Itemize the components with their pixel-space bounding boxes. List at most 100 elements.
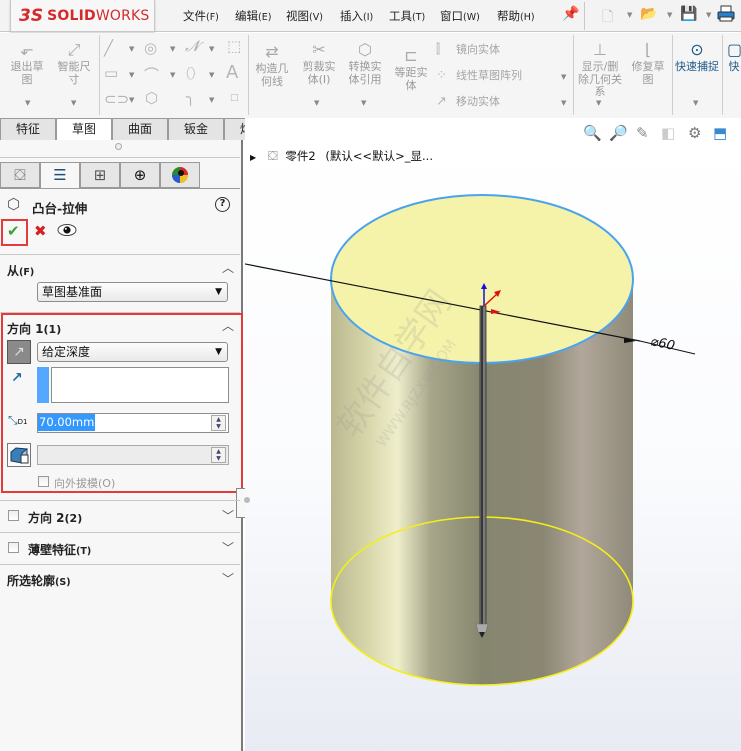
linear-pattern-button[interactable]: ⁘ 线性草图阵列 <box>436 67 522 83</box>
eye-icon <box>57 224 77 236</box>
solidworks-logo[interactable]: 3S SOLIDWORKS <box>10 0 155 32</box>
command-manager: ⬐ 退出草图 ▼ ⤢ 智能尺寸 ▼ ╱ ▼ ◎ ▼ 𝓝 ▼ ⬚ ▭ ▼ ⌒ ▼ … <box>0 33 741 119</box>
direction-vector-icon: ↗ <box>11 370 23 386</box>
smart-dimension-button[interactable]: ⤢ 智能尺寸 <box>53 39 95 86</box>
tab-features[interactable]: 特征 <box>0 118 56 140</box>
menu-file[interactable]: 文件(F) <box>183 8 219 24</box>
convert-entities-button[interactable]: ⬡ 转换实体引用 <box>344 39 386 86</box>
chevron-down-icon[interactable]: ▼ <box>706 11 711 19</box>
dimxpert-manager-tab[interactable]: ⊕ <box>120 162 160 188</box>
extrude-drag-handle[interactable] <box>479 305 487 627</box>
feature-title: 凸台-拉伸 <box>32 201 88 216</box>
highlight-box <box>1 313 243 493</box>
exit-sketch-button[interactable]: ⬐ 退出草图 <box>6 39 48 86</box>
move-icon: ↗ <box>436 94 447 109</box>
menu-edit[interactable]: 编辑(E) <box>235 8 271 24</box>
offset-icon: ⊏ <box>404 46 418 65</box>
chevron-up-icon[interactable]: ︿ <box>222 317 234 334</box>
chevron-down-icon[interactable]: ▼ <box>667 11 672 19</box>
menu-window[interactable]: 窗口(W) <box>440 8 480 24</box>
direction-reference-box[interactable] <box>51 367 229 403</box>
rectangle-icon[interactable]: ▭ <box>104 64 118 82</box>
direction1-section-header[interactable]: 方向 1(1) <box>7 320 61 337</box>
ok-button[interactable]: ✔ <box>7 222 20 240</box>
divider <box>584 2 585 30</box>
menu-help[interactable]: 帮助(H) <box>497 8 535 24</box>
depth-dimension-icon: ⤡D1 <box>8 413 28 427</box>
thin-feature-section-header[interactable]: 薄壁特征(T) <box>28 541 91 558</box>
pin-icon[interactable]: 📌 <box>562 6 579 22</box>
sketch-picture-icon[interactable]: ⬚ <box>227 37 241 55</box>
trim-entities-button[interactable]: ✂ 剪裁实体(I) <box>298 39 340 86</box>
mirror-icon: ⫿ <box>436 42 441 57</box>
slot-icon[interactable]: ⊂⊃ <box>104 90 129 108</box>
model-view[interactable]: 软件自学网 WWW.RJZXW.COM ⌀60 <box>245 140 741 751</box>
polygon-icon[interactable]: ⬡ <box>145 89 158 107</box>
offset-entities-button[interactable]: ⊏ 等距实体 <box>390 45 432 92</box>
depth-spinner[interactable]: ▲ ▼ <box>211 415 226 431</box>
cancel-button[interactable]: ✖ <box>34 222 47 240</box>
line-icon[interactable]: ╱ <box>104 39 113 57</box>
spline-icon[interactable]: 𝓝 <box>185 37 199 55</box>
ellipse-icon[interactable]: ⬯ <box>186 64 195 82</box>
chevron-down-icon[interactable]: ▼ <box>627 11 632 19</box>
reverse-direction-button[interactable]: ↗ <box>7 340 31 364</box>
display-relations-button[interactable]: ⊥ 显示/删除几何关系 <box>577 39 623 99</box>
depth-input[interactable]: 70.00mm ▲ ▼ <box>37 413 229 433</box>
arc-icon[interactable]: ⌒ <box>144 64 159 85</box>
draft-spinner[interactable]: ▲ ▼ <box>211 447 226 463</box>
quick-button-partial[interactable]: ▢ 快 <box>727 39 741 74</box>
property-manager-tab[interactable]: ☰ <box>40 162 80 188</box>
chevron-down-icon[interactable]: ▼ <box>71 99 76 107</box>
open-folder-icon[interactable]: 📂 <box>640 6 657 22</box>
construction-geometry-button[interactable]: ⇄ 构造几何线 <box>252 41 292 88</box>
point-icon[interactable]: □ <box>230 93 239 103</box>
thin-feature-checkbox[interactable] <box>8 542 19 553</box>
construction-geometry-icon: ⇄ <box>265 42 279 61</box>
menu-view[interactable]: 视图(V) <box>286 8 323 24</box>
menu-tools[interactable]: 工具(T) <box>389 8 425 24</box>
direction2-section-header[interactable]: 方向 2(2) <box>28 509 82 526</box>
from-section-header[interactable]: 从(F) <box>7 262 34 279</box>
tab-surfaces[interactable]: 曲面 <box>112 118 168 140</box>
direction2-checkbox[interactable] <box>8 510 19 521</box>
dropdown-arrow-icon: ▼ <box>215 287 222 297</box>
part-icon: ⛋ <box>14 166 26 184</box>
mirror-entities-button[interactable]: ⫿ 镜向实体 <box>436 41 500 57</box>
save-icon[interactable]: 💾 <box>680 6 697 22</box>
panel-splitter-handle[interactable] <box>115 143 122 150</box>
configuration-icon: ⊞ <box>93 166 107 184</box>
chevron-down-icon[interactable]: ﹀ <box>222 570 234 587</box>
feature-manager-tab[interactable]: ⛋ <box>0 162 40 188</box>
preview-eye-button[interactable] <box>57 223 77 237</box>
panel-resize-grip[interactable] <box>244 497 250 503</box>
tab-sketch[interactable]: 草图 <box>56 118 112 141</box>
end-condition-select[interactable]: 给定深度 ▼ <box>37 342 228 362</box>
move-entities-button[interactable]: ↗ 移动实体 <box>436 93 500 109</box>
new-document-icon[interactable]: 🗋 <box>602 6 613 30</box>
draft-outward-checkbox[interactable] <box>38 476 49 487</box>
draft-angle-input[interactable]: ▲ ▼ <box>37 445 229 465</box>
configuration-manager-tab[interactable]: ⊞ <box>80 162 120 188</box>
chevron-down-icon[interactable]: ▼ <box>25 99 30 107</box>
draft-outward-label: 向外拔模(O) <box>54 477 116 490</box>
tab-sheet-metal[interactable]: 钣金 <box>168 118 224 140</box>
diameter-dimension[interactable]: ⌀60 <box>649 334 676 354</box>
selected-contours-section-header[interactable]: 所选轮廓(S) <box>7 572 71 589</box>
chevron-down-icon[interactable]: ﹀ <box>222 507 234 524</box>
display-manager-tab[interactable] <box>160 162 200 188</box>
draft-icon <box>10 447 29 464</box>
repair-sketch-button[interactable]: ⌊ 修复草图 <box>627 39 669 86</box>
draft-toggle-button[interactable] <box>7 443 31 467</box>
menu-insert[interactable]: 插入(I) <box>340 8 373 24</box>
from-start-condition-select[interactable]: 草图基准面 ▼ <box>37 282 228 302</box>
print-icon[interactable] <box>716 4 736 24</box>
quick-snaps-button[interactable]: ⊙ 快速捕捉 <box>675 39 719 74</box>
fillet-icon[interactable]: ╮ <box>186 88 195 106</box>
dropdown-arrow-icon: ▼ <box>215 347 222 357</box>
chevron-up-icon[interactable]: ︿ <box>222 259 234 276</box>
text-icon[interactable]: A <box>226 62 238 83</box>
help-button[interactable]: ? <box>215 197 230 212</box>
chevron-down-icon[interactable]: ﹀ <box>222 539 234 556</box>
circle-icon[interactable]: ◎ <box>144 39 157 57</box>
